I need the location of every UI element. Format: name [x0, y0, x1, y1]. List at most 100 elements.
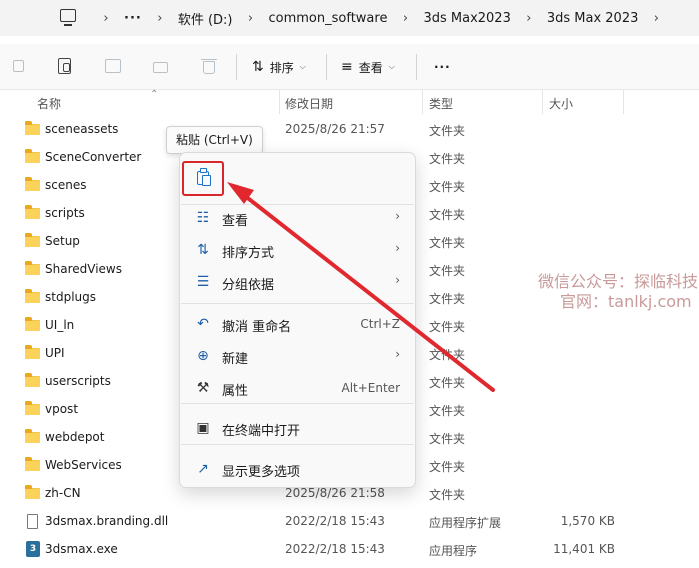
file-name: webdepot — [45, 430, 105, 444]
chevron-right-icon[interactable]: › — [94, 11, 118, 26]
menu-item-label: 新建 — [222, 352, 249, 367]
folder-icon — [25, 177, 40, 191]
chevron-right-icon: › — [395, 241, 400, 255]
file-type: 文件夹 — [429, 208, 466, 222]
menu-item-shortcut: Alt+Enter — [341, 381, 400, 395]
menu-item[interactable]: ☰ 分组依据 › — [184, 267, 412, 297]
breadcrumb-item[interactable]: common_software — [263, 11, 394, 26]
delete-icon[interactable] — [200, 57, 218, 75]
column-header-name[interactable]: 名称 — [37, 95, 61, 112]
menu-item-label: 显示更多选项 — [222, 465, 301, 480]
context-menu: ☷ 查看 › ⇅ 排序方式 › ☰ 分组依据 › ↶ 撤消 重命名 Ctrl+Z ⊕ 新建 › ⚒ 属性 Alt+… — [179, 152, 416, 488]
app-3dsmax-icon: 3 — [26, 541, 40, 557]
file-type: 文件夹 — [429, 404, 466, 418]
menu-item[interactable]: ↶ 撤消 重命名 Ctrl+Z — [184, 309, 412, 339]
file-name: scripts — [45, 206, 85, 220]
paste-icon — [197, 168, 211, 186]
toolbar-divider — [326, 54, 327, 80]
breadcrumb-item[interactable]: 软件 (D:) — [172, 9, 239, 28]
chevron-right-icon[interactable]: › — [644, 11, 668, 26]
file-name: UPI — [45, 346, 65, 360]
file-name: scenes — [45, 178, 87, 192]
undo-icon: ↶ — [197, 316, 209, 332]
toolbar-divider — [236, 54, 237, 80]
this-pc-icon[interactable] — [60, 9, 76, 26]
menu-item[interactable]: ↗ 显示更多选项 — [184, 454, 412, 484]
rename-icon[interactable] — [104, 57, 122, 75]
file-type: 文件夹 — [429, 488, 466, 502]
file-date: 2022/2/18 15:43 — [285, 514, 385, 528]
paste-icon[interactable] — [56, 57, 74, 75]
sort-ascending-icon: ⌃ — [150, 89, 159, 100]
paste-tooltip: 粘贴 (Ctrl+V) — [166, 126, 263, 154]
address-bar[interactable]: › ··· › 软件 (D:) › common_software › 3ds … — [0, 0, 699, 36]
file-name: userscripts — [45, 374, 111, 388]
menu-item[interactable]: ☷ 查看 › — [184, 203, 412, 233]
column-header-size[interactable]: 大小 — [549, 95, 573, 112]
menu-item[interactable]: ⇅ 排序方式 › — [184, 235, 412, 265]
dll-file-icon — [27, 514, 38, 529]
share-icon: ↗ — [197, 461, 209, 477]
column-header-type[interactable]: 类型 — [429, 95, 453, 112]
chevron-right-icon: › — [395, 273, 400, 287]
chevron-right-icon[interactable]: › — [148, 11, 172, 26]
share-icon[interactable] — [152, 57, 170, 75]
file-name: 3dsmax.exe — [45, 542, 118, 556]
file-type: 应用程序扩展 — [429, 516, 502, 530]
file-row[interactable]: 3dsmax.branding.dll 2022/2/18 15:43 应用程序扩展… — [0, 508, 699, 536]
folder-icon — [25, 429, 40, 443]
file-row[interactable]: 3 3dsmax.exe 2022/2/18 15:43 应用程序 11,401 KB — [0, 536, 699, 564]
menu-item[interactable]: ▣ 在终端中打开 — [184, 413, 412, 443]
file-date: 2025/8/26 21:58 — [285, 486, 385, 500]
chevron-right-icon[interactable]: › — [393, 11, 417, 26]
file-size: 1,570 KB — [560, 514, 615, 528]
file-size: 11,401 KB — [553, 542, 615, 556]
file-type: 文件夹 — [429, 292, 466, 306]
breadcrumb: › ··· › 软件 (D:) › common_software › 3ds … — [94, 0, 668, 36]
column-divider[interactable] — [623, 90, 624, 114]
file-name: stdplugs — [45, 290, 96, 304]
folder-icon — [25, 205, 40, 219]
view-button[interactable]: ≡ 查看 ⌵ — [341, 57, 395, 77]
sort-button[interactable]: ⇅ 排序 ⌵ — [252, 57, 306, 77]
file-name: SceneConverter — [45, 150, 142, 164]
column-divider[interactable] — [279, 90, 280, 114]
menu-separator — [181, 403, 414, 404]
folder-icon — [25, 289, 40, 303]
grid-icon: ☷ — [196, 210, 210, 226]
sort-label: 排序 — [269, 60, 294, 75]
chevron-right-icon: › — [395, 209, 400, 223]
folder-icon — [25, 317, 40, 331]
breadcrumb-more[interactable]: ··· — [118, 11, 148, 26]
menu-separator — [181, 303, 414, 304]
watermark-text: 官网：tanlkj.com — [560, 292, 692, 311]
column-header-date[interactable]: 修改日期 — [285, 95, 333, 112]
column-divider[interactable] — [422, 90, 423, 114]
file-type: 文件夹 — [429, 152, 466, 166]
file-name: 3dsmax.branding.dll — [45, 514, 169, 528]
menu-item-label: 排序方式 — [222, 246, 275, 261]
folder-icon — [25, 149, 40, 163]
file-type: 文件夹 — [429, 376, 466, 390]
folder-icon — [25, 457, 40, 471]
folder-icon — [25, 401, 40, 415]
menu-item-shortcut: Ctrl+Z — [360, 317, 400, 331]
breadcrumb-item[interactable]: 3ds Max2023 — [417, 11, 516, 26]
folder-icon — [25, 345, 40, 359]
wrench-icon: ⚒ — [196, 380, 210, 396]
menu-item[interactable]: ⚒ 属性 Alt+Enter — [184, 373, 412, 403]
copy-icon[interactable] — [10, 57, 28, 75]
menu-item[interactable]: ⊕ 新建 › — [184, 341, 412, 371]
file-type: 应用程序 — [429, 544, 478, 558]
file-row[interactable]: sceneassets 2025/8/26 21:57 文件夹 — [0, 116, 699, 144]
more-options-button[interactable]: ··· — [434, 57, 451, 77]
file-type: 文件夹 — [429, 432, 466, 446]
file-type: 文件夹 — [429, 460, 466, 474]
chevron-right-icon[interactable]: › — [239, 11, 263, 26]
column-divider[interactable] — [542, 90, 543, 114]
file-name: Setup — [45, 234, 80, 248]
breadcrumb-item[interactable]: 3ds Max 2023 — [541, 11, 645, 26]
menu-item-label: 在终端中打开 — [222, 424, 301, 439]
chevron-right-icon[interactable]: › — [517, 11, 541, 26]
paste-button[interactable] — [182, 161, 224, 196]
